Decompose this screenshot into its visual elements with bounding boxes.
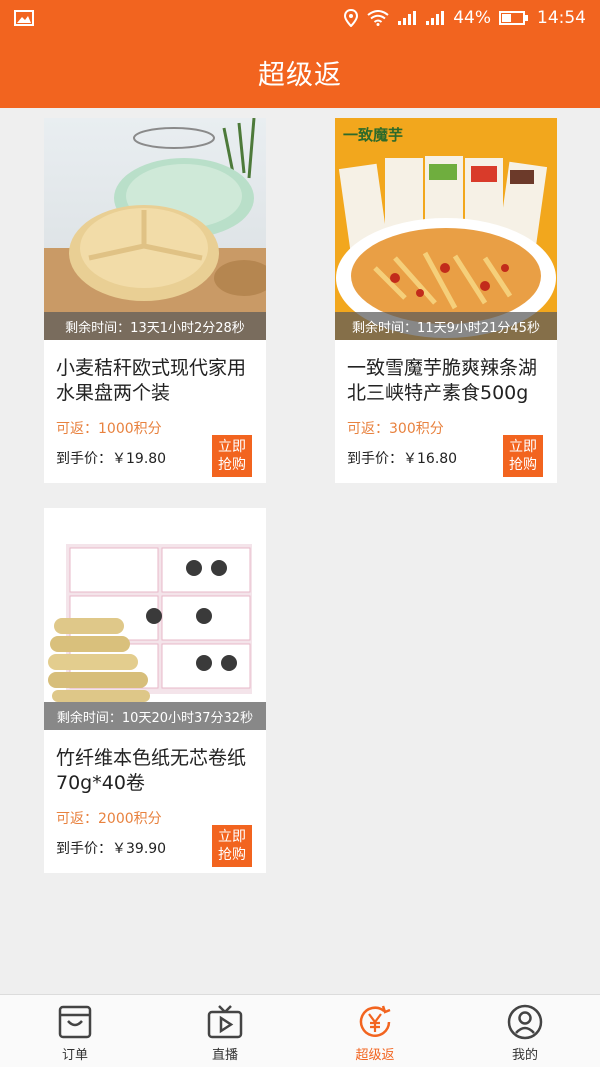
signal-1-icon xyxy=(398,11,417,25)
product-card[interactable]: 剩余时间：10天20小时37分32秒 竹纤维本色纸无芯卷纸70g*40卷 可返：… xyxy=(44,508,266,873)
rebate-points: 可返：1000积分 xyxy=(56,421,162,437)
buy-now-button[interactable]: 立即 抢购 xyxy=(212,825,252,867)
product-title[interactable]: 小麦秸秆欧式现代家用水果盘两个装 xyxy=(56,356,262,406)
wifi-icon xyxy=(367,10,389,26)
product-card[interactable]: 剩余时间：13天1小时2分28秒 小麦秸秆欧式现代家用水果盘两个装 可返：100… xyxy=(44,118,266,483)
user-icon xyxy=(507,1004,543,1040)
buy-now-button[interactable]: 立即 抢购 xyxy=(503,435,543,477)
final-price: 到手价：￥39.90 xyxy=(56,841,167,857)
tab-orders[interactable]: 订单 xyxy=(0,995,150,1067)
buy-now-label: 立即 抢购 xyxy=(218,829,246,863)
battery-percent: 44% xyxy=(453,8,491,28)
bottom-tab-bar: 订单 直播 超级返 我的 xyxy=(0,994,600,1067)
buy-now-button[interactable]: 立即 抢购 xyxy=(212,435,252,477)
tv-play-icon xyxy=(207,1005,243,1039)
tab-label: 超级返 xyxy=(355,1048,395,1063)
signal-2-icon xyxy=(426,11,445,25)
brand-logo: 一致魔芋 xyxy=(343,126,404,144)
countdown-timer: 剩余时间：13天1小时2分28秒 xyxy=(44,312,266,340)
product-image[interactable]: 一致魔芋 剩余时间：11天9小时21分45秒 xyxy=(335,118,557,340)
product-title[interactable]: 一致雪魔芋脆爽辣条湖北三峡特产素食500g xyxy=(347,356,553,406)
gallery-notification-icon xyxy=(14,10,34,26)
tab-label: 订单 xyxy=(61,1048,88,1063)
clock: 14:54 xyxy=(537,8,586,28)
final-price: 到手价：￥16.80 xyxy=(347,451,458,467)
rebate-points: 可返：2000积分 xyxy=(56,811,162,827)
battery-icon xyxy=(499,11,528,25)
tab-super-rebate[interactable]: 超级返 xyxy=(300,995,450,1067)
countdown-timer: 剩余时间：10天20小时37分32秒 xyxy=(44,702,266,730)
tab-me[interactable]: 我的 xyxy=(450,995,600,1067)
tab-live[interactable]: 直播 xyxy=(150,995,300,1067)
page-title: 超级返 xyxy=(258,59,342,91)
final-price: 到手价：￥19.80 xyxy=(56,451,167,467)
rebate-points: 可返：300积分 xyxy=(347,421,444,437)
status-bar: 44% 14:54 xyxy=(0,0,600,36)
product-title[interactable]: 竹纤维本色纸无芯卷纸70g*40卷 xyxy=(56,746,262,796)
product-image[interactable]: 剩余时间：10天20小时37分32秒 xyxy=(44,508,266,730)
tab-label: 直播 xyxy=(211,1048,238,1063)
app-header: 超级返 xyxy=(0,36,600,108)
product-card[interactable]: 一致魔芋 剩余时间：11天9小时21分45秒 一致雪魔芋脆爽辣条湖北三峡特产素食… xyxy=(335,118,557,483)
order-bag-icon xyxy=(58,1005,92,1039)
location-icon xyxy=(344,9,359,27)
tab-label: 我的 xyxy=(511,1048,538,1063)
buy-now-label: 立即 抢购 xyxy=(218,439,246,473)
countdown-timer: 剩余时间：11天9小时21分45秒 xyxy=(335,312,557,340)
yen-refund-icon xyxy=(359,1005,391,1037)
product-image[interactable]: 剩余时间：13天1小时2分28秒 xyxy=(44,118,266,340)
buy-now-label: 立即 抢购 xyxy=(509,439,537,473)
